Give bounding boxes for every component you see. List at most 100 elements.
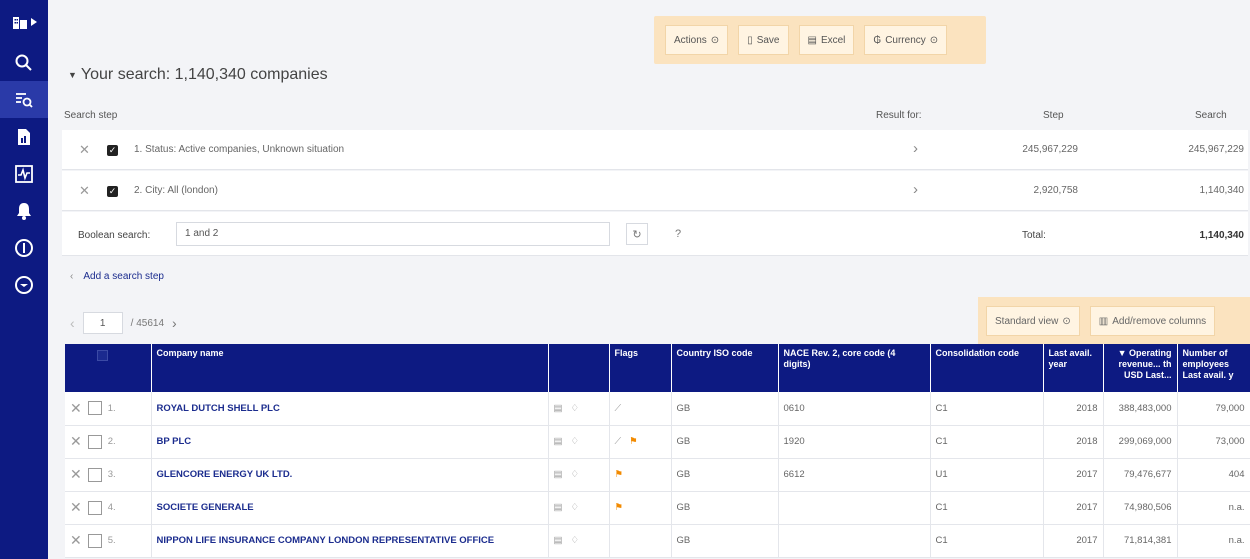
prev-page-icon[interactable]: ‹ [70, 315, 75, 331]
search-list-icon[interactable] [0, 81, 48, 118]
country-header[interactable]: Country ISO code [671, 344, 779, 392]
bell-icon[interactable] [0, 192, 48, 229]
row-checkbox[interactable] [87, 401, 102, 416]
chevron-down-icon: ⊙ [710, 34, 720, 46]
table-row[interactable]: ✕ 3. GLENCORE ENERGY UK LTD. ▤ ♢ ⚑ GB 6612 U1 201… [65, 458, 1250, 492]
step-checkbox[interactable]: ✓ [107, 186, 118, 197]
nace-header[interactable]: NACE Rev. 2, core code (4 digits) [778, 344, 931, 392]
company-name-cell[interactable]: ROYAL DUTCH SHELL PLC [151, 392, 549, 426]
search-step-header: Search step [64, 110, 118, 121]
save-button[interactable]: ▯ Save [738, 25, 789, 55]
remove-row-icon[interactable]: ✕ [70, 400, 82, 417]
company-name-header[interactable]: Company name [151, 344, 549, 392]
flag-icon[interactable]: ⚑ [615, 469, 624, 480]
list-icon[interactable]: ▤ [554, 535, 563, 546]
consolidation-cell: U1 [930, 458, 1044, 492]
remove-step-icon[interactable]: ✕ [79, 183, 90, 199]
refresh-icon[interactable]: ↻ [626, 223, 648, 245]
select-all-checkbox[interactable] [97, 350, 108, 361]
row-controls: ✕ 5. [65, 524, 152, 558]
chart-icon[interactable]: ⟋ [615, 403, 622, 414]
company-name-cell[interactable]: NIPPON LIFE INSURANCE COMPANY LONDON REP… [151, 524, 549, 558]
country-cell: GB [671, 491, 779, 525]
results-table: Company name Flags Country ISO code NACE… [65, 344, 1250, 558]
company-name-cell[interactable]: GLENCORE ENERGY UK LTD. [151, 458, 549, 492]
list-icon[interactable]: ▤ [554, 502, 563, 513]
boolean-search-input[interactable]: 1 and 2 [176, 222, 610, 246]
row-actions-cell: ▤ ♢ [548, 524, 610, 558]
bell-icon[interactable]: ♢ [570, 469, 579, 480]
remove-row-icon[interactable]: ✕ [70, 499, 82, 516]
next-page-icon[interactable]: › [172, 315, 177, 331]
search-icon[interactable] [0, 44, 48, 81]
info-circle-icon[interactable] [0, 229, 48, 266]
remove-row-icon[interactable]: ✕ [70, 532, 82, 549]
bell-icon[interactable]: ♢ [570, 403, 579, 414]
row-checkbox[interactable] [87, 533, 102, 548]
building-icon [12, 17, 27, 29]
add-remove-columns-button[interactable]: ▥ Add/remove columns [1089, 306, 1216, 336]
table-row[interactable]: ✕ 4. SOCIETE GENERALE ▤ ♢ ⚑ GB C1 2017 74,980,506… [65, 491, 1250, 525]
consolidation-cell: C1 [930, 392, 1044, 426]
row-index: 2. [107, 436, 116, 447]
revenue-cell: 388,483,000 [1103, 392, 1178, 426]
nace-cell [778, 491, 931, 525]
last-year-header[interactable]: Last avail. year [1043, 344, 1104, 392]
flag-icon[interactable]: ⚑ [629, 436, 638, 447]
sidebar-header[interactable] [0, 0, 48, 44]
step-label[interactable]: 2. City: All (london) [134, 185, 218, 196]
row-checkbox[interactable] [87, 500, 102, 515]
excel-button[interactable]: ▤ Excel [798, 25, 855, 55]
chevron-right-icon[interactable]: › [913, 181, 918, 198]
list-icon[interactable]: ▤ [554, 403, 563, 414]
report-icon[interactable] [0, 118, 48, 155]
employees-header[interactable]: Number of employees Last avail. y [1177, 344, 1250, 392]
year-cell: 2017 [1043, 458, 1104, 492]
page-title[interactable]: ▼ Your search: 1,140,340 companies [68, 66, 328, 84]
list-icon[interactable]: ▤ [554, 436, 563, 447]
company-name-cell[interactable]: SOCIETE GENERALE [151, 491, 549, 525]
search-step-row: ✕ ✓ 2. City: All (london) › 2,920,758 1,… [62, 171, 1248, 211]
main-content: Actions ⊙ ▯ Save ▤ Excel ₲ Currency ⊙ ▼ Your s… [48, 0, 1250, 559]
remove-row-icon[interactable]: ✕ [70, 466, 82, 483]
row-index: 5. [107, 535, 116, 546]
bell-icon[interactable]: ♢ [570, 436, 579, 447]
flags-header[interactable]: Flags [609, 344, 672, 392]
row-checkbox[interactable] [87, 467, 102, 482]
activity-icon[interactable] [0, 155, 48, 192]
page-number-input[interactable] [82, 312, 123, 334]
revenue-header[interactable]: ▼ Operating revenue... th USD Last... [1103, 344, 1178, 392]
actions-header [548, 344, 610, 392]
consolidation-header[interactable]: Consolidation code [930, 344, 1044, 392]
add-search-step-link[interactable]: ‹ Add a search step [70, 271, 164, 282]
currency-button[interactable]: ₲ Currency ⊙ [864, 25, 948, 55]
actions-button[interactable]: Actions ⊙ [665, 25, 729, 55]
table-row[interactable]: ✕ 5. NIPPON LIFE INSURANCE COMPANY LONDON … [65, 524, 1250, 558]
bell-icon[interactable]: ♢ [570, 502, 579, 513]
bell-icon[interactable]: ♢ [570, 535, 579, 546]
company-name-cell[interactable]: BP PLC [151, 425, 549, 459]
step-checkbox[interactable]: ✓ [107, 145, 118, 156]
collapse-circle-icon[interactable] [0, 266, 48, 303]
search-count: 245,967,229 [1188, 144, 1244, 155]
row-controls: ✕ 3. [65, 458, 152, 492]
standard-view-button[interactable]: Standard view ⊙ [986, 306, 1080, 336]
chart-icon[interactable]: ⟋ [615, 436, 622, 447]
employees-cell: 73,000 [1177, 425, 1250, 459]
remove-step-icon[interactable]: ✕ [79, 142, 90, 158]
table-row[interactable]: ✕ 2. BP PLC ▤ ♢ ⟋ ⚑ GB 1920 C1 2018 299,069,000 73,0… [65, 425, 1250, 459]
step-label[interactable]: 1. Status: Active companies, Unknown sit… [134, 144, 344, 155]
country-cell: GB [671, 524, 779, 558]
help-icon[interactable]: ? [667, 223, 689, 245]
excel-icon: ▤ [807, 34, 817, 46]
list-icon[interactable]: ▤ [554, 469, 563, 480]
remove-row-icon[interactable]: ✕ [70, 433, 82, 450]
chevron-left-icon: ‹ [70, 271, 74, 282]
row-controls: ✕ 1. [65, 392, 152, 426]
chevron-right-icon[interactable]: › [913, 140, 918, 157]
row-checkbox[interactable] [87, 434, 102, 449]
standard-view-label: Standard view [995, 315, 1059, 327]
revenue-cell: 79,476,677 [1103, 458, 1178, 492]
flag-icon[interactable]: ⚑ [615, 502, 624, 513]
table-row[interactable]: ✕ 1. ROYAL DUTCH SHELL PLC ▤ ♢ ⟋ GB 0610 C1 2018 3… [65, 392, 1250, 426]
